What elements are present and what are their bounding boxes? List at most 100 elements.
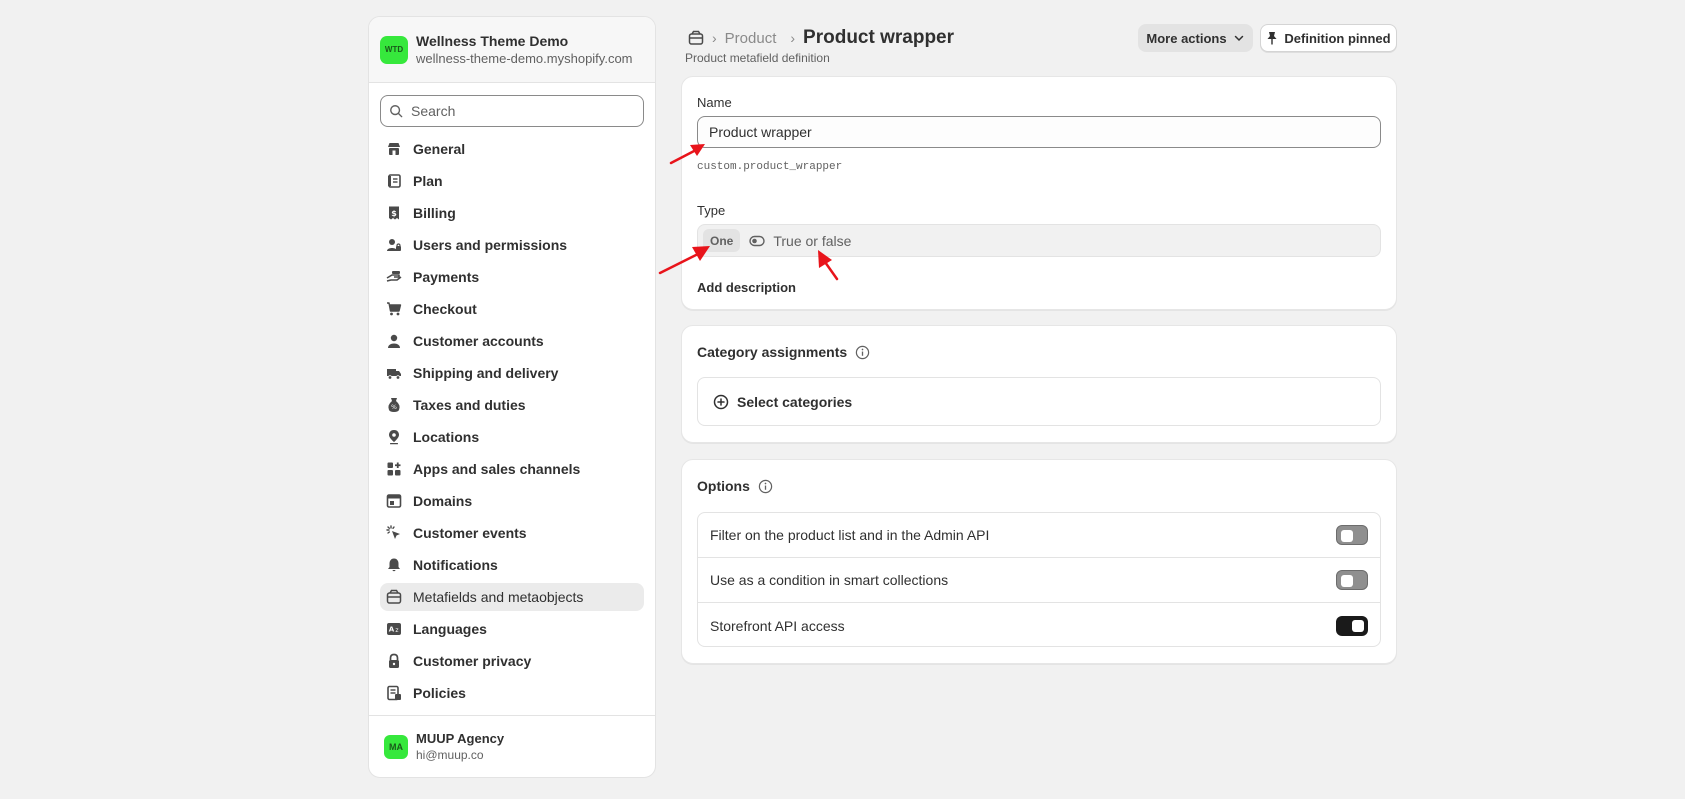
user-email: hi@muup.co bbox=[416, 747, 484, 762]
name-input[interactable] bbox=[697, 116, 1381, 148]
options-card: Options Filter on the product list and i… bbox=[681, 459, 1397, 664]
sidebar-item-payments[interactable]: Payments bbox=[380, 263, 644, 291]
more-actions-button[interactable]: More actions bbox=[1138, 24, 1253, 52]
store-name: Wellness Theme Demo bbox=[416, 32, 569, 49]
info-icon[interactable] bbox=[855, 345, 870, 360]
sidebar-item-label: Payments bbox=[413, 269, 480, 285]
page-title: Product wrapper bbox=[803, 27, 955, 48]
breadcrumb-parent-link[interactable]: Product bbox=[725, 30, 777, 47]
sidebar-item-label: Taxes and duties bbox=[413, 397, 526, 413]
namespace-key: custom.product_wrapper bbox=[697, 161, 843, 173]
definition-pinned-button[interactable]: Definition pinned bbox=[1260, 24, 1397, 52]
sidebar-item-languages[interactable]: Az Languages bbox=[380, 615, 644, 643]
plan-icon bbox=[386, 173, 402, 189]
store-icon bbox=[386, 141, 402, 157]
select-categories-button[interactable]: Select categories bbox=[697, 377, 1381, 426]
billing-icon: $ bbox=[386, 205, 402, 221]
sidebar-item-customer-accounts[interactable]: Customer accounts bbox=[380, 327, 644, 355]
sidebar-item-label: Languages bbox=[413, 621, 487, 637]
search-icon bbox=[390, 105, 403, 118]
sidebar-item-label: Customer accounts bbox=[413, 333, 544, 349]
sidebar-item-policies[interactable]: Policies bbox=[380, 679, 644, 707]
search-input[interactable] bbox=[411, 103, 611, 119]
sidebar-item-label: General bbox=[413, 141, 466, 157]
store-domain: wellness-theme-demo.myshopify.com bbox=[416, 50, 633, 66]
breadcrumb: › Product › Product wrapper bbox=[688, 26, 954, 50]
language-icon: Az bbox=[386, 621, 402, 637]
filter-toggle[interactable] bbox=[1336, 525, 1368, 545]
annotation-arrow-type bbox=[818, 250, 839, 281]
storefront-api-toggle[interactable] bbox=[1336, 615, 1368, 636]
toggle-icon bbox=[749, 235, 766, 247]
taxes-icon: % bbox=[386, 397, 402, 413]
sidebar-item-plan[interactable]: Plan bbox=[380, 167, 644, 195]
policy-icon bbox=[386, 685, 402, 701]
sidebar-item-label: Apps and sales channels bbox=[413, 461, 581, 477]
sidebar-item-label: Plan bbox=[413, 173, 443, 189]
payments-icon bbox=[386, 269, 402, 285]
options-title: Options bbox=[697, 478, 750, 494]
pin-icon bbox=[1267, 32, 1277, 45]
smart-collections-toggle[interactable] bbox=[1336, 570, 1368, 590]
info-icon[interactable] bbox=[758, 479, 773, 494]
svg-text:$: $ bbox=[391, 209, 397, 218]
add-description-link[interactable]: Add description bbox=[697, 280, 796, 295]
sidebar-item-label: Customer events bbox=[413, 525, 527, 541]
sidebar-item-label: Metafields and metaobjects bbox=[413, 589, 584, 605]
sidebar-item-users[interactable]: Users and permissions bbox=[380, 231, 644, 259]
bell-icon bbox=[386, 557, 402, 573]
option-label: Use as a condition in smart collections bbox=[710, 572, 949, 588]
sidebar-item-general[interactable]: General bbox=[380, 135, 644, 163]
globe-icon bbox=[386, 493, 402, 509]
search-box[interactable] bbox=[380, 95, 644, 127]
category-assignments-title: Category assignments bbox=[697, 344, 848, 360]
sidebar-item-notifications[interactable]: Notifications bbox=[380, 551, 644, 579]
sidebar-item-domains[interactable]: Domains bbox=[380, 487, 644, 515]
chevron-right-icon: › bbox=[712, 30, 717, 46]
option-label: Filter on the product list and in the Ad… bbox=[710, 527, 990, 543]
sidebar-item-label: Policies bbox=[413, 685, 466, 701]
category-assignments-heading: Category assignments bbox=[697, 344, 870, 360]
sidebar-item-checkout[interactable]: Checkout bbox=[380, 295, 644, 323]
sidebar-item-label: Shipping and delivery bbox=[413, 365, 559, 381]
cart-icon bbox=[386, 301, 402, 317]
apps-icon bbox=[386, 461, 402, 477]
lock-icon bbox=[386, 653, 402, 669]
user-account[interactable]: MA MUUP Agency hi@muup.co bbox=[369, 715, 655, 777]
definition-card: Name custom.product_wrapper Type One Tru… bbox=[681, 76, 1397, 310]
cursor-icon bbox=[386, 525, 402, 541]
store-avatar: WTD bbox=[380, 35, 408, 64]
annotation-arrow-name bbox=[669, 144, 705, 165]
more-actions-label: More actions bbox=[1146, 30, 1227, 46]
svg-text:A: A bbox=[389, 626, 395, 634]
sidebar-item-metafields[interactable]: Metafields and metaobjects bbox=[380, 583, 644, 611]
options-heading: Options bbox=[697, 478, 773, 494]
metafields-icon[interactable] bbox=[688, 30, 704, 46]
metafields-icon bbox=[386, 589, 402, 605]
option-row-filter: Filter on the product list and in the Ad… bbox=[698, 513, 1380, 558]
person-icon bbox=[386, 333, 402, 349]
sidebar-item-customer-events[interactable]: Customer events bbox=[380, 519, 644, 547]
sidebar-item-label: Checkout bbox=[413, 301, 477, 317]
option-row-smart-collections: Use as a condition in smart collections bbox=[698, 558, 1380, 603]
name-label: Name bbox=[697, 95, 732, 110]
store-header[interactable]: WTD Wellness Theme Demo wellness-theme-d… bbox=[369, 17, 655, 83]
type-field: One True or false bbox=[697, 224, 1381, 257]
user-name: MUUP Agency bbox=[416, 730, 505, 746]
sidebar-item-label: Notifications bbox=[413, 557, 498, 573]
option-label: Storefront API access bbox=[710, 617, 845, 634]
sidebar-item-apps[interactable]: Apps and sales channels bbox=[380, 455, 644, 483]
sidebar-item-label: Locations bbox=[413, 429, 480, 445]
type-value: True or false bbox=[773, 232, 852, 249]
location-icon bbox=[386, 429, 402, 445]
settings-nav: General Plan $ Billing Users and permiss… bbox=[369, 135, 655, 707]
annotation-arrow-badge bbox=[658, 246, 710, 275]
sidebar-item-taxes[interactable]: % Taxes and duties bbox=[380, 391, 644, 419]
sidebar-item-billing[interactable]: $ Billing bbox=[380, 199, 644, 227]
sidebar-item-label: Users and permissions bbox=[413, 237, 568, 253]
sidebar-item-label: Billing bbox=[413, 205, 456, 221]
sidebar-item-shipping[interactable]: Shipping and delivery bbox=[380, 359, 644, 387]
sidebar-item-locations[interactable]: Locations bbox=[380, 423, 644, 451]
sidebar-item-customer-privacy[interactable]: Customer privacy bbox=[380, 647, 644, 675]
svg-text:z: z bbox=[395, 627, 398, 634]
